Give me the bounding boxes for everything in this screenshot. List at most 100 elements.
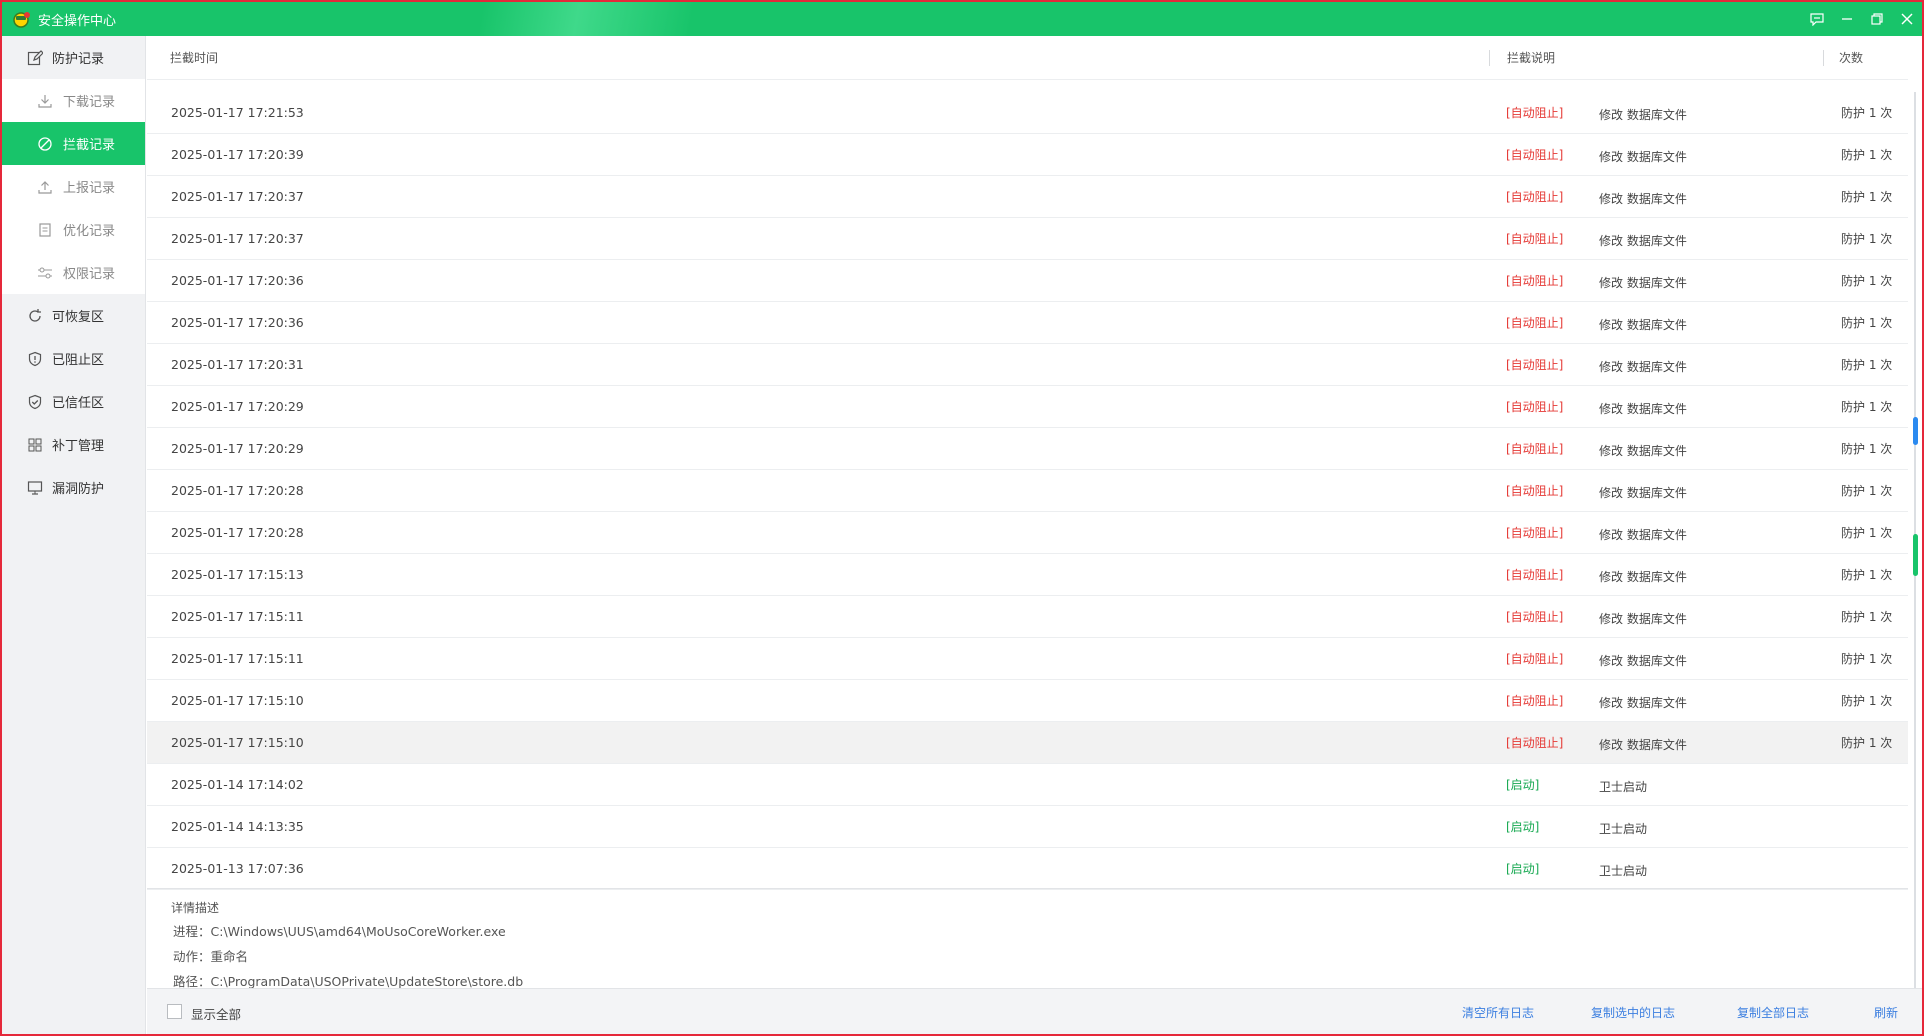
feedback-icon[interactable] bbox=[1802, 2, 1832, 36]
sidebar-item-permission-records[interactable]: 权限记录 bbox=[2, 251, 145, 294]
column-header-desc[interactable]: 拦截说明 bbox=[1507, 49, 1555, 66]
row-desc: 修改 数据库文件 bbox=[1599, 276, 1687, 290]
row-time: 2025-01-17 17:15:11 bbox=[171, 651, 304, 666]
document-icon bbox=[36, 221, 54, 239]
sidebar-item-label: 补丁管理 bbox=[52, 439, 105, 454]
row-time: 2025-01-17 17:20:36 bbox=[171, 273, 304, 288]
show-all-label[interactable]: 显示全部 bbox=[191, 1004, 241, 1023]
row-count: 防护 1 次 bbox=[1841, 232, 1893, 246]
row-desc: 修改 数据库文件 bbox=[1599, 402, 1687, 416]
clear-all-logs-link[interactable]: 清空所有日志 bbox=[1462, 1004, 1534, 1021]
row-desc: 修改 数据库文件 bbox=[1599, 486, 1687, 500]
sidebar-item-label: 拦截记录 bbox=[63, 138, 116, 153]
sidebar-item-download-records[interactable]: 下载记录 bbox=[2, 79, 145, 122]
copy-all-logs-link[interactable]: 复制全部日志 bbox=[1737, 1004, 1809, 1021]
row-desc: 修改 数据库文件 bbox=[1599, 234, 1687, 248]
row-desc: 修改 数据库文件 bbox=[1599, 192, 1687, 206]
table-row[interactable]: 2025-01-17 17:15:10 [自动阻止] 修改 数据库文件 防护 1 次 bbox=[147, 680, 1908, 722]
sidebar-item-recovery-zone[interactable]: 可恢复区 bbox=[2, 294, 145, 337]
sidebar-item-upload-records[interactable]: 上报记录 bbox=[2, 165, 145, 208]
table-row[interactable]: 2025-01-17 17:15:11 [自动阻止] 修改 数据库文件 防护 1 次 bbox=[147, 596, 1908, 638]
sidebar-item-trusted-zone[interactable]: 已信任区 bbox=[2, 380, 145, 423]
row-tag: [自动阻止] bbox=[1506, 274, 1564, 288]
details-path: 路径：C:\ProgramData\USOPrivate\UpdateStore… bbox=[173, 974, 524, 988]
table-row[interactable]: 2025-01-17 17:20:28 [自动阻止] 修改 数据库文件 防护 1 次 bbox=[147, 470, 1908, 512]
table-row[interactable]: 2025-01-17 17:20:31 [自动阻止] 修改 数据库文件 防护 1 次 bbox=[147, 344, 1908, 386]
row-tag: [自动阻止] bbox=[1506, 736, 1564, 750]
table-row[interactable]: 2025-01-17 17:20:36 [自动阻止] 修改 数据库文件 防护 1 次 bbox=[147, 260, 1908, 302]
table-row[interactable]: 2025-01-17 17:20:36 [自动阻止] 修改 数据库文件 防护 1 次 bbox=[147, 302, 1908, 344]
row-desc: 修改 数据库文件 bbox=[1599, 612, 1687, 626]
row-time: 2025-01-17 17:15:10 bbox=[171, 693, 304, 708]
column-divider[interactable] bbox=[1823, 50, 1824, 66]
show-all-checkbox[interactable] bbox=[167, 1004, 182, 1019]
row-tag: [自动阻止] bbox=[1506, 526, 1564, 540]
table-row[interactable]: 2025-01-17 17:20:28 [自动阻止] 修改 数据库文件 防护 1 次 bbox=[147, 512, 1908, 554]
refresh-link[interactable]: 刷新 bbox=[1874, 1004, 1898, 1021]
download-icon bbox=[36, 92, 54, 110]
row-tag: [自动阻止] bbox=[1506, 568, 1564, 582]
table-row[interactable]: 2025-01-17 17:20:39 [自动阻止] 修改 数据库文件 防护 1 次 bbox=[147, 134, 1908, 176]
restore-icon[interactable] bbox=[1862, 2, 1892, 36]
row-tag: [自动阻止] bbox=[1506, 106, 1564, 120]
sidebar-item-optimize-records[interactable]: 优化记录 bbox=[2, 208, 145, 251]
row-tag: [启动] bbox=[1506, 862, 1540, 876]
table-header: 拦截时间 拦截说明 次数 bbox=[147, 36, 1908, 80]
minimize-icon[interactable] bbox=[1832, 2, 1862, 36]
table-row[interactable]: 2025-01-17 17:15:13 [自动阻止] 修改 数据库文件 防护 1 次 bbox=[147, 554, 1908, 596]
row-count: 防护 1 次 bbox=[1841, 148, 1893, 162]
settings-sliders-icon bbox=[36, 264, 54, 282]
row-time: 2025-01-17 17:20:29 bbox=[171, 399, 304, 414]
sidebar-item-patch-management[interactable]: 补丁管理 bbox=[2, 423, 145, 466]
sidebar-item-label: 下载记录 bbox=[63, 95, 116, 110]
row-time: 2025-01-14 14:13:35 bbox=[171, 819, 304, 834]
table-row[interactable]: 2025-01-14 14:13:35 [启动] 卫士启动 bbox=[147, 806, 1908, 848]
upload-icon bbox=[36, 178, 54, 196]
column-header-count[interactable]: 次数 bbox=[1839, 49, 1863, 66]
sidebar-item-block-records[interactable]: 拦截记录 bbox=[2, 122, 145, 165]
sidebar-item-protection-records[interactable]: 防护记录 bbox=[2, 36, 145, 79]
row-desc: 修改 数据库文件 bbox=[1599, 570, 1687, 584]
row-desc: 修改 数据库文件 bbox=[1599, 444, 1687, 458]
title-bar[interactable]: 安全操作中心 bbox=[2, 2, 1922, 36]
table-row[interactable]: 2025-01-17 17:20:29 [自动阻止] 修改 数据库文件 防护 1 次 bbox=[147, 386, 1908, 428]
row-time: 2025-01-17 17:20:37 bbox=[171, 189, 304, 204]
close-icon[interactable] bbox=[1892, 2, 1922, 36]
column-divider[interactable] bbox=[1489, 50, 1490, 66]
table-row[interactable]: 2025-01-17 17:20:37 [自动阻止] 修改 数据库文件 防护 1 次 bbox=[147, 218, 1908, 260]
sidebar-item-label: 上报记录 bbox=[63, 181, 116, 196]
row-time: 2025-01-17 17:20:31 bbox=[171, 357, 304, 372]
details-process: 进程：C:\Windows\UUS\amd64\MoUsoCoreWorker.… bbox=[173, 924, 506, 939]
sidebar-item-vulnerability-protection[interactable]: 漏洞防护 bbox=[2, 466, 145, 509]
block-icon bbox=[36, 135, 54, 153]
row-count: 防护 1 次 bbox=[1841, 274, 1893, 288]
row-count: 防护 1 次 bbox=[1841, 694, 1893, 708]
sidebar-item-label: 防护记录 bbox=[52, 52, 105, 67]
row-tag: [自动阻止] bbox=[1506, 610, 1564, 624]
scrollbar-thumb[interactable] bbox=[1913, 417, 1918, 445]
column-header-time[interactable]: 拦截时间 bbox=[170, 49, 218, 66]
copy-selected-logs-link[interactable]: 复制选中的日志 bbox=[1591, 1004, 1675, 1021]
row-desc: 修改 数据库文件 bbox=[1599, 150, 1687, 164]
table-row[interactable]: 2025-01-17 17:15:11 [自动阻止] 修改 数据库文件 防护 1 次 bbox=[147, 638, 1908, 680]
row-tag: [自动阻止] bbox=[1506, 652, 1564, 666]
table-row[interactable]: 2025-01-17 17:21:53 [自动阻止] 修改 数据库文件 防护 1 次 bbox=[147, 92, 1908, 134]
vertical-scrollbar[interactable] bbox=[1909, 92, 1921, 1022]
row-desc: 修改 数据库文件 bbox=[1599, 318, 1687, 332]
row-tag: [自动阻止] bbox=[1506, 442, 1564, 456]
app-title: 安全操作中心 bbox=[38, 13, 117, 29]
table-row[interactable]: 2025-01-17 17:15:10 [自动阻止] 修改 数据库文件 防护 1 次 bbox=[147, 722, 1908, 764]
sidebar-item-blocked-zone[interactable]: 已阻止区 bbox=[2, 337, 145, 380]
table-row[interactable]: 2025-01-14 17:14:02 [启动] 卫士启动 bbox=[147, 764, 1908, 806]
row-tag: [启动] bbox=[1506, 820, 1540, 834]
row-count: 防护 1 次 bbox=[1841, 190, 1893, 204]
details-title: 详情描述 bbox=[171, 901, 220, 915]
table-row[interactable]: 2025-01-13 17:07:36 [启动] 卫士启动 bbox=[147, 848, 1908, 890]
sidebar-item-label: 漏洞防护 bbox=[52, 482, 105, 497]
row-count: 防护 1 次 bbox=[1841, 316, 1893, 330]
table-row[interactable]: 2025-01-17 17:20:29 [自动阻止] 修改 数据库文件 防护 1 次 bbox=[147, 428, 1908, 470]
row-tag: [自动阻止] bbox=[1506, 148, 1564, 162]
table-row[interactable]: 2025-01-17 17:20:37 [自动阻止] 修改 数据库文件 防护 1 次 bbox=[147, 176, 1908, 218]
shield-icon bbox=[26, 350, 44, 368]
row-count: 防护 1 次 bbox=[1841, 484, 1893, 498]
